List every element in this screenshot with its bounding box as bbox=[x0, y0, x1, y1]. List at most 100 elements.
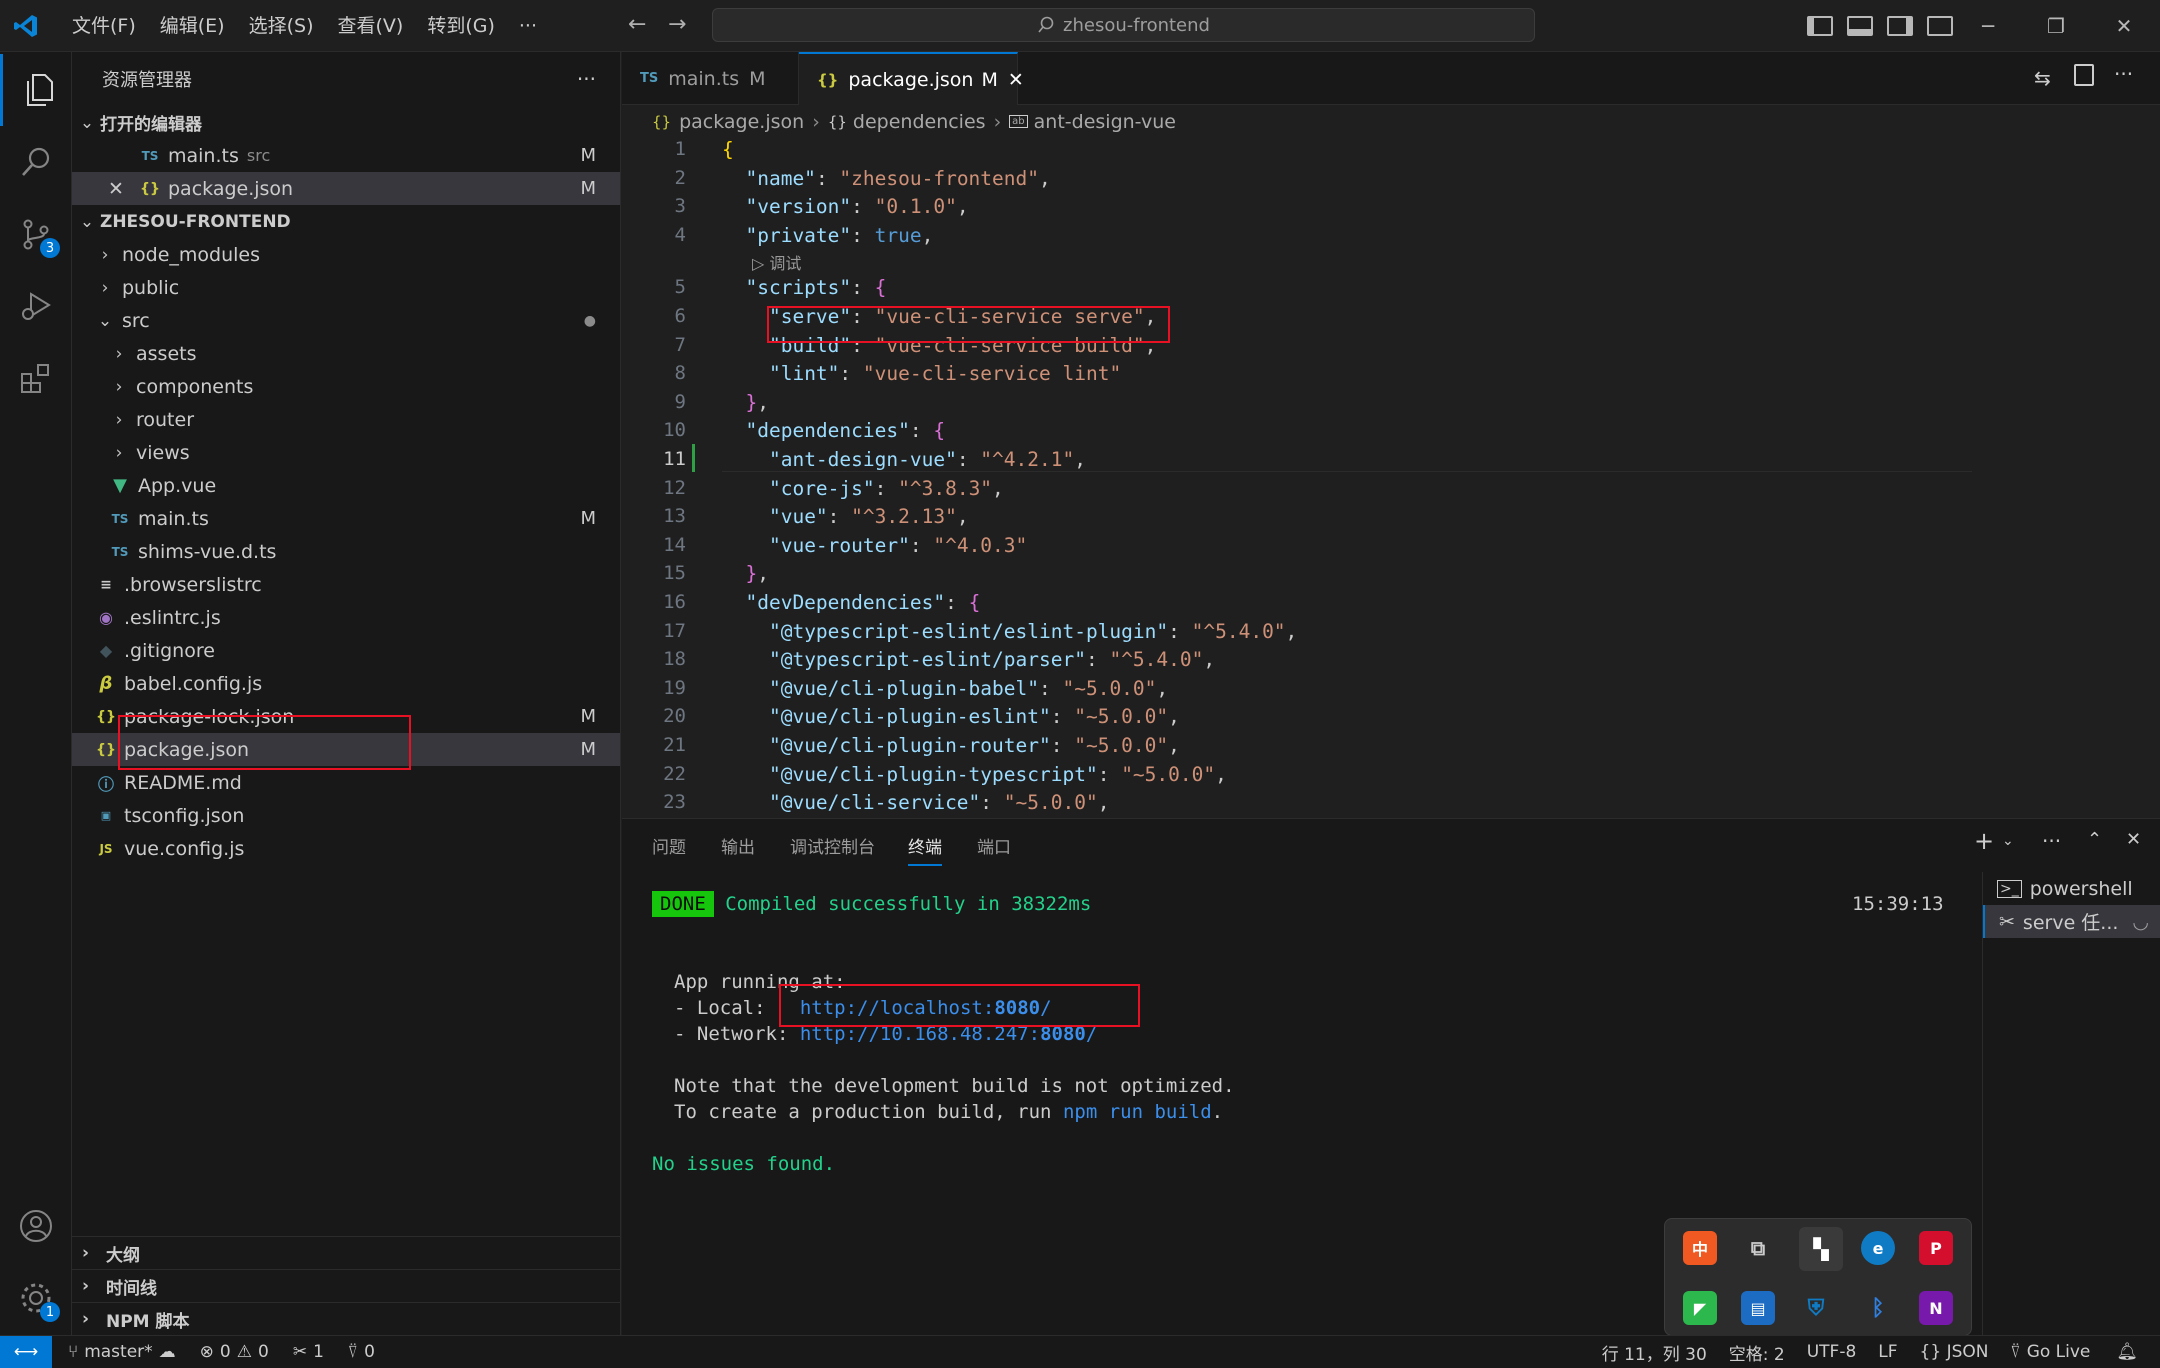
extensions-icon[interactable] bbox=[0, 342, 72, 414]
new-terminal-icon[interactable]: + bbox=[1974, 827, 1994, 855]
tree-folder[interactable]: › router bbox=[72, 403, 620, 436]
open-changes-icon[interactable]: ⇆ bbox=[2034, 66, 2051, 90]
cursor-position[interactable]: 行 11，列 30 bbox=[1602, 1340, 1707, 1365]
panel-more-icon[interactable]: ··· bbox=[2042, 829, 2061, 853]
indentation-status[interactable]: 空格: 2 bbox=[1729, 1340, 1785, 1365]
tree-file[interactable]: ▼ App.vue bbox=[72, 469, 620, 502]
open-editor-item[interactable]: ✕ {} package.json M bbox=[72, 172, 620, 205]
code-line: { bbox=[722, 138, 734, 161]
close-tab-icon[interactable]: ✕ bbox=[1008, 69, 1024, 91]
branch-status[interactable]: ⑂ master* ☁ bbox=[68, 1342, 176, 1362]
back-arrow-icon[interactable]: ← bbox=[628, 12, 646, 37]
tree-file[interactable]: ◆ .gitignore bbox=[72, 634, 620, 667]
ime-icon[interactable]: 中 bbox=[1683, 1231, 1717, 1265]
chevron-right-icon: › bbox=[115, 409, 123, 430]
forward-arrow-icon[interactable]: → bbox=[668, 12, 686, 37]
problems-status[interactable]: ⊗ 0 ⚠ 0 bbox=[200, 1342, 269, 1362]
command-center-search[interactable]: zhesou-frontend bbox=[712, 8, 1535, 42]
onenote-icon[interactable]: N bbox=[1919, 1291, 1953, 1325]
tab-package-json[interactable]: {} package.json M ✕ bbox=[799, 52, 1024, 105]
encoding-status[interactable]: UTF-8 bbox=[1807, 1342, 1857, 1362]
open-editors-header[interactable]: ⌄ 打开的编辑器 bbox=[72, 106, 620, 139]
more-actions-icon[interactable]: ··· bbox=[2114, 62, 2133, 86]
toggle-primary-sidebar-icon[interactable] bbox=[1807, 16, 1833, 36]
restore-icon[interactable]: ❐ bbox=[2022, 14, 2090, 38]
tab-ports[interactable]: 端口 bbox=[977, 833, 1011, 858]
terminal-item-serve[interactable]: ✂ serve 任... ◡ bbox=[1983, 905, 2160, 938]
go-live-status[interactable]: ⍢ Go Live bbox=[2011, 1342, 2091, 1362]
explorer-icon[interactable] bbox=[0, 54, 72, 126]
breadcrumb-ant-design-vue[interactable]: ant-design-vue bbox=[1034, 111, 1176, 133]
tree-file[interactable]: ≡ .browserslistrc bbox=[72, 568, 620, 601]
code-editor[interactable]: 1 2 3 4 5 6 7 8 9 10 11 12 13 14 15 16 17 18 19 20 21 22 23 { … bbox=[622, 138, 2160, 818]
debug-codelens[interactable]: ▷ 调试 bbox=[752, 250, 801, 274]
chevron-down-icon[interactable]: ⌄ bbox=[2002, 833, 2014, 849]
breadcrumb-file[interactable]: package.json bbox=[679, 111, 804, 133]
ports-status[interactable]: ✂ 1 bbox=[293, 1342, 324, 1362]
manage-gear-icon[interactable]: 1 bbox=[0, 1262, 72, 1334]
menu-file[interactable]: 文件(F) bbox=[60, 0, 148, 52]
minimize-icon[interactable]: ─ bbox=[1954, 14, 2022, 38]
tree-folder[interactable]: ⌄ src ● bbox=[72, 304, 620, 337]
timeline-section[interactable]: › 时间线 bbox=[72, 1269, 620, 1302]
outline-section[interactable]: › 大纲 bbox=[72, 1236, 620, 1269]
remote-icon[interactable]: ⟷ bbox=[0, 1335, 52, 1368]
tree-folder[interactable]: › views bbox=[72, 436, 620, 469]
breadcrumb-dependencies[interactable]: dependencies bbox=[853, 111, 986, 133]
tree-folder[interactable]: › node_modules bbox=[72, 238, 620, 271]
close-icon[interactable]: ✕ bbox=[108, 178, 138, 200]
close-window-icon[interactable]: ✕ bbox=[2090, 14, 2158, 38]
language-mode-status[interactable]: {} JSON bbox=[1920, 1342, 1989, 1362]
menu-edit[interactable]: 编辑(E) bbox=[148, 0, 237, 52]
tree-file[interactable]: β babel.config.js bbox=[72, 667, 620, 700]
menu-view[interactable]: 查看(V) bbox=[326, 0, 416, 52]
pdf-app-icon[interactable]: P bbox=[1919, 1231, 1953, 1265]
tree-file[interactable]: ▣ tsconfig.json bbox=[72, 799, 620, 832]
eol-status[interactable]: LF bbox=[1878, 1342, 1897, 1362]
search-view-icon[interactable] bbox=[0, 126, 72, 198]
copy-app-icon[interactable]: ⧉ bbox=[1741, 1231, 1775, 1265]
network-app-icon[interactable]: ▤ bbox=[1741, 1291, 1775, 1325]
tab-main-ts[interactable]: TS main.ts M bbox=[622, 52, 799, 105]
toggle-secondary-sidebar-icon[interactable] bbox=[1887, 16, 1913, 36]
source-control-icon[interactable]: 3 bbox=[0, 198, 72, 270]
tree-file[interactable]: JS vue.config.js bbox=[72, 832, 620, 865]
menu-more[interactable]: ··· bbox=[507, 0, 549, 52]
tab-terminal[interactable]: 终端 bbox=[908, 833, 942, 866]
tab-problems[interactable]: 问题 bbox=[652, 833, 686, 858]
tray-app-icon[interactable]: ▚ bbox=[1799, 1227, 1843, 1271]
split-editor-icon[interactable] bbox=[2074, 64, 2094, 86]
accounts-icon[interactable] bbox=[0, 1190, 72, 1262]
tree-folder[interactable]: › public bbox=[72, 271, 620, 304]
tree-folder[interactable]: › components bbox=[72, 370, 620, 403]
tree-folder[interactable]: › assets bbox=[72, 337, 620, 370]
close-panel-icon[interactable]: ✕ bbox=[2126, 829, 2141, 850]
tree-file[interactable]: ◉ .eslintrc.js bbox=[72, 601, 620, 634]
npm-scripts-section[interactable]: › NPM 脚本 bbox=[72, 1302, 620, 1335]
edge-icon[interactable]: e bbox=[1861, 1231, 1895, 1265]
broadcast-status[interactable]: ⍢ 0 bbox=[348, 1342, 375, 1362]
toggle-panel-icon[interactable] bbox=[1847, 16, 1873, 36]
menu-selection[interactable]: 选择(S) bbox=[237, 0, 326, 52]
run-debug-icon[interactable] bbox=[0, 270, 72, 342]
maximize-panel-icon[interactable]: ⌃ bbox=[2087, 829, 2102, 850]
explorer-more-button[interactable]: ··· bbox=[577, 67, 596, 91]
tree-file[interactable]: TS main.ts M bbox=[72, 502, 620, 535]
terminal-item-powershell[interactable]: >_ powershell bbox=[1983, 872, 2160, 905]
open-editor-item[interactable]: TS main.ts src M bbox=[72, 139, 620, 172]
tools-icon: ✂ bbox=[292, 1342, 308, 1362]
tree-file[interactable]: ⓘ README.md bbox=[72, 766, 620, 799]
terminal-note-1: Note that the development build is not o… bbox=[674, 1075, 1235, 1097]
notifications-bell-icon[interactable]: 🔔︎ bbox=[2116, 1342, 2138, 1362]
customize-layout-icon[interactable] bbox=[1927, 16, 1953, 36]
tree-file[interactable]: TS shims-vue.d.ts bbox=[72, 535, 620, 568]
security-warning-icon[interactable]: ⛨ bbox=[1799, 1291, 1833, 1325]
menu-go[interactable]: 转到(G) bbox=[415, 0, 507, 52]
tab-debug-console[interactable]: 调试控制台 bbox=[790, 833, 875, 858]
project-folder-header[interactable]: ⌄ ZHESOU-FRONTEND bbox=[72, 205, 620, 238]
green-app-icon[interactable]: ◤ bbox=[1683, 1291, 1717, 1325]
bluetooth-icon[interactable]: ᛒ bbox=[1861, 1291, 1895, 1325]
done-badge: DONE bbox=[652, 891, 714, 917]
tab-output[interactable]: 输出 bbox=[721, 833, 755, 858]
code-line: "lint": "vue-cli-service lint" bbox=[768, 362, 1122, 386]
